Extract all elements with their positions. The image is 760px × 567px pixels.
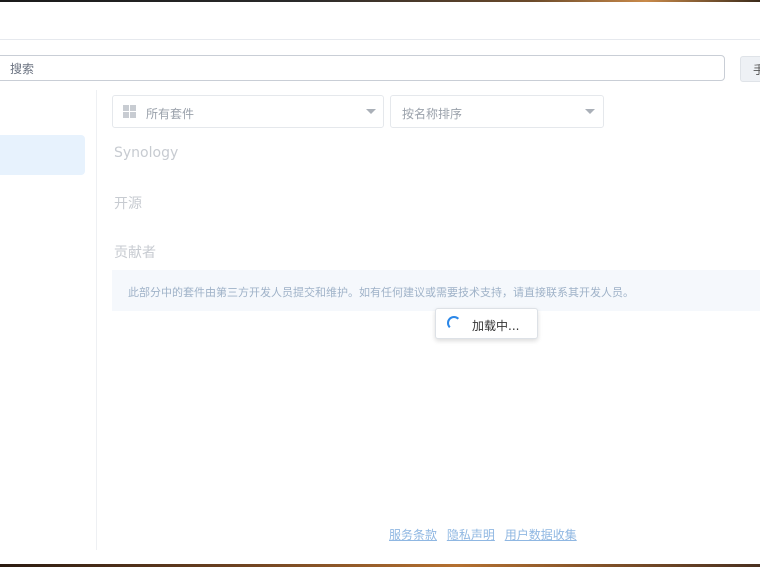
category-filter-label: 所有套件 — [146, 107, 195, 121]
title-bar — [0, 2, 760, 40]
section-synology-title: Synology — [114, 145, 179, 161]
third-party-notice: 此部分中的套件由第三方开发人员提交和维护。如有任何建议或需要技术支持，请直接联系… — [112, 270, 760, 311]
loading-text: 加载中... — [472, 319, 520, 333]
footer-links: 服务条款 隐私声明 用户数据收集 — [389, 526, 583, 543]
grid-icon — [123, 105, 136, 118]
search-input[interactable] — [8, 59, 712, 79]
sidebar — [0, 90, 97, 550]
category-filter-select[interactable]: 所有套件 — [112, 95, 384, 128]
spinner-icon — [447, 316, 461, 330]
chevron-down-icon — [585, 109, 595, 114]
loading-indicator: 加载中... — [435, 308, 538, 339]
privacy-statement-link[interactable]: 隐私声明 — [447, 528, 495, 542]
sidebar-item-active[interactable] — [0, 135, 85, 175]
section-open-source-title: 开源 — [114, 196, 142, 212]
sort-select-label: 按名称排序 — [402, 107, 463, 121]
notice-text: 此部分中的套件由第三方开发人员提交和维护。如有任何建议或需要技术支持，请直接联系… — [128, 286, 634, 299]
terms-of-service-link[interactable]: 服务条款 — [389, 528, 437, 542]
user-data-collection-link[interactable]: 用户数据收集 — [505, 528, 577, 542]
search-box[interactable] — [0, 55, 725, 81]
sort-select[interactable]: 按名称排序 — [390, 95, 604, 128]
chevron-down-icon — [366, 109, 376, 114]
manual-install-button[interactable]: 手 — [740, 56, 760, 82]
section-contributors-title: 贡献者 — [114, 245, 156, 261]
